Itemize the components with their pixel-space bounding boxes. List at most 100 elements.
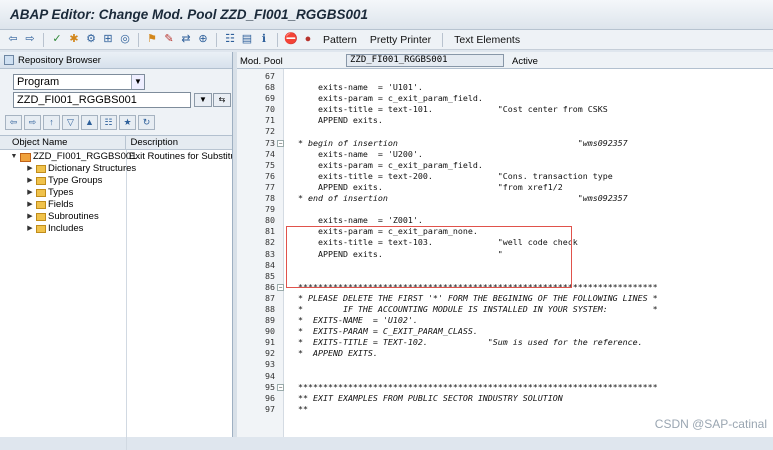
code-text: * IF THE ACCOUNTING MODULE IS INSTALLED … xyxy=(288,303,658,314)
code-line[interactable]: 67 xyxy=(237,71,773,82)
line-number: 75 xyxy=(265,159,275,170)
code-line[interactable]: 87 * PLEASE DELETE THE FIRST '*' FORM TH… xyxy=(237,293,773,304)
text-elements-button[interactable]: Text Elements xyxy=(449,34,525,46)
edit-icon[interactable]: ✎ xyxy=(162,33,176,47)
fold-toggle-icon[interactable]: − xyxy=(277,283,284,291)
breakpoint-icon[interactable]: ⛔ xyxy=(284,33,298,47)
enhance-icon[interactable]: ⚑ xyxy=(145,33,159,47)
tree-node-subroutines[interactable]: ▶ Subroutines xyxy=(26,211,98,223)
refresh-icon[interactable]: ↻ xyxy=(138,114,155,130)
code-line[interactable]: 76 exits-title = text-200. "Cons. transa… xyxy=(237,171,773,182)
insert-icon[interactable]: ⊕ xyxy=(196,33,210,47)
back-icon[interactable]: ⇦ xyxy=(6,33,20,47)
line-number: 68 xyxy=(265,82,275,93)
code-line[interactable]: 89 * EXITS-NAME = 'U102'. xyxy=(237,315,773,326)
session-breakpoint-icon[interactable]: ● xyxy=(301,33,315,47)
tree-node-types[interactable]: ▶ Types xyxy=(26,187,73,199)
code-line[interactable]: 79 xyxy=(237,204,773,215)
code-line[interactable]: 94 xyxy=(237,371,773,382)
chevron-right-icon[interactable]: ▶ xyxy=(26,223,34,235)
chevron-right-icon[interactable]: ▶ xyxy=(26,199,34,211)
line-number: 97 xyxy=(265,403,275,414)
code-text: * EXITS-NAME = 'U102'. xyxy=(288,315,418,326)
code-line[interactable]: 91 * EXITS-TITLE = TEXT-102. "Sum is use… xyxy=(237,337,773,348)
code-line[interactable]: 75 exits-param = c_exit_param_field. xyxy=(237,160,773,171)
code-line[interactable]: 71 APPEND exits. xyxy=(237,115,773,126)
object-type-label: Mod. Pool xyxy=(240,56,283,67)
code-line[interactable]: 97 ** xyxy=(237,404,773,415)
hierarchy-icon[interactable]: ☷ xyxy=(223,33,237,47)
tree-root-node[interactable]: ▼ ZZD_FI001_RGGBS001 xyxy=(10,151,137,163)
collapse-icon[interactable]: ▽ xyxy=(62,114,79,130)
code-line[interactable]: 88 * IF THE ACCOUNTING MODULE IS INSTALL… xyxy=(237,304,773,315)
pattern-button[interactable]: Pattern xyxy=(318,34,362,46)
tree-icon[interactable]: ☷ xyxy=(100,114,117,130)
expand-icon[interactable]: ▲ xyxy=(81,114,98,130)
table-icon[interactable]: ▤ xyxy=(240,33,254,47)
chevron-right-icon[interactable]: ▶ xyxy=(26,187,34,199)
fold-toggle-icon[interactable]: − xyxy=(277,383,284,391)
code-line[interactable]: 80 exits-name = 'Z001'. xyxy=(237,215,773,226)
line-number: 69 xyxy=(265,93,275,104)
line-number: 83 xyxy=(265,248,275,259)
repository-browser-pane: Repository Browser Program ▼ ZZD_FI001_R… xyxy=(0,52,233,450)
code-line[interactable]: 78 * end of insertion "wms092357 xyxy=(237,193,773,204)
tree-node-includes[interactable]: ▶ Includes xyxy=(26,223,83,235)
object-selection-area: Program ▼ ZZD_FI001_RGGBS001 ▼ ⇆ ⇦ ⇨ ↑ ▽… xyxy=(0,69,232,136)
code-line[interactable]: 92 * APPEND EXITS. xyxy=(237,348,773,359)
back-icon[interactable]: ⇦ xyxy=(5,114,22,130)
where-used-icon[interactable]: ⊞ xyxy=(101,33,115,47)
line-number: 87 xyxy=(265,292,275,303)
chevron-right-icon[interactable]: ▶ xyxy=(26,163,34,175)
code-line[interactable]: 69 exits-param = c_exit_param_field. xyxy=(237,93,773,104)
code-line[interactable]: 68 exits-name = 'U101'. xyxy=(237,82,773,93)
chevron-right-icon[interactable]: ▶ xyxy=(26,175,34,187)
line-number: 95 xyxy=(265,381,275,392)
object-type-dropdown[interactable]: Program ▼ xyxy=(13,74,145,90)
chevron-down-icon[interactable]: ▼ xyxy=(131,75,144,89)
line-number: 84 xyxy=(265,259,275,270)
test-icon[interactable]: ⚙ xyxy=(84,33,98,47)
tree-node-fields[interactable]: ▶ Fields xyxy=(26,199,73,211)
code-line[interactable]: 96 ** EXIT EXAMPLES FROM PUBLIC SECTOR I… xyxy=(237,393,773,404)
code-line[interactable]: 73− * begin of insertion "wms092357 xyxy=(237,138,773,149)
fold-toggle-icon[interactable]: − xyxy=(277,139,284,147)
help-icon[interactable]: ℹ xyxy=(257,33,271,47)
forward-icon[interactable]: ⇨ xyxy=(24,114,41,130)
line-number: 74 xyxy=(265,148,275,159)
toolbar-separator xyxy=(277,32,278,47)
code-text: * EXITS-TITLE = TEXT-102. "Sum is used f… xyxy=(288,337,643,348)
code-line[interactable]: 72 xyxy=(237,126,773,137)
chevron-down-icon[interactable]: ▼ xyxy=(10,151,18,163)
favorites-icon[interactable]: ★ xyxy=(119,114,136,130)
code-text: exits-title = text-101. "Cost center fro… xyxy=(288,104,608,115)
code-editor[interactable]: 67 68 exits-name = 'U101'. 69 exits-param … xyxy=(237,69,773,437)
forward-icon[interactable]: ⇨ xyxy=(23,33,37,47)
display-object-list-icon[interactable]: ◎ xyxy=(118,33,132,47)
code-line[interactable]: 74 exits-name = 'U200'. xyxy=(237,149,773,160)
object-name-field[interactable]: ZZD_FI001_RGGBS001 xyxy=(13,92,191,108)
repository-browser-icon xyxy=(4,55,14,65)
highlight-box xyxy=(286,226,572,288)
code-line[interactable]: 70 exits-title = text-101. "Cost center … xyxy=(237,104,773,115)
dropdown-icon[interactable]: ▼ xyxy=(194,93,212,107)
up-icon[interactable]: ↑ xyxy=(43,114,60,130)
tree-node-type-groups[interactable]: ▶ Type Groups xyxy=(26,175,102,187)
chevron-right-icon[interactable]: ▶ xyxy=(26,211,34,223)
folder-icon xyxy=(36,201,46,209)
check-icon[interactable]: ✓ xyxy=(50,33,64,47)
line-number: 85 xyxy=(265,270,275,281)
code-line[interactable]: 77 APPEND exits. "from xref1/2 xyxy=(237,182,773,193)
display-icon[interactable]: ⇆ xyxy=(213,93,231,107)
window-title: ABAP Editor: Change Mod. Pool ZZD_FI001_… xyxy=(10,7,369,22)
code-line[interactable]: 90 * EXITS-PARAM = C_EXIT_PARAM_CLASS. xyxy=(237,326,773,337)
activate-icon[interactable]: ✱ xyxy=(67,33,81,47)
code-line[interactable]: 95− ************************************… xyxy=(237,382,773,393)
description-column[interactable]: Description xyxy=(126,136,232,149)
pretty-printer-button[interactable]: Pretty Printer xyxy=(365,34,436,46)
folder-icon xyxy=(36,213,46,221)
tree-node-dictionary-structures[interactable]: ▶ Dictionary Structures xyxy=(26,163,136,175)
code-line[interactable]: 93 xyxy=(237,359,773,370)
object-name-column[interactable]: Object Name xyxy=(0,136,127,149)
navigation-icon[interactable]: ⇄ xyxy=(179,33,193,47)
